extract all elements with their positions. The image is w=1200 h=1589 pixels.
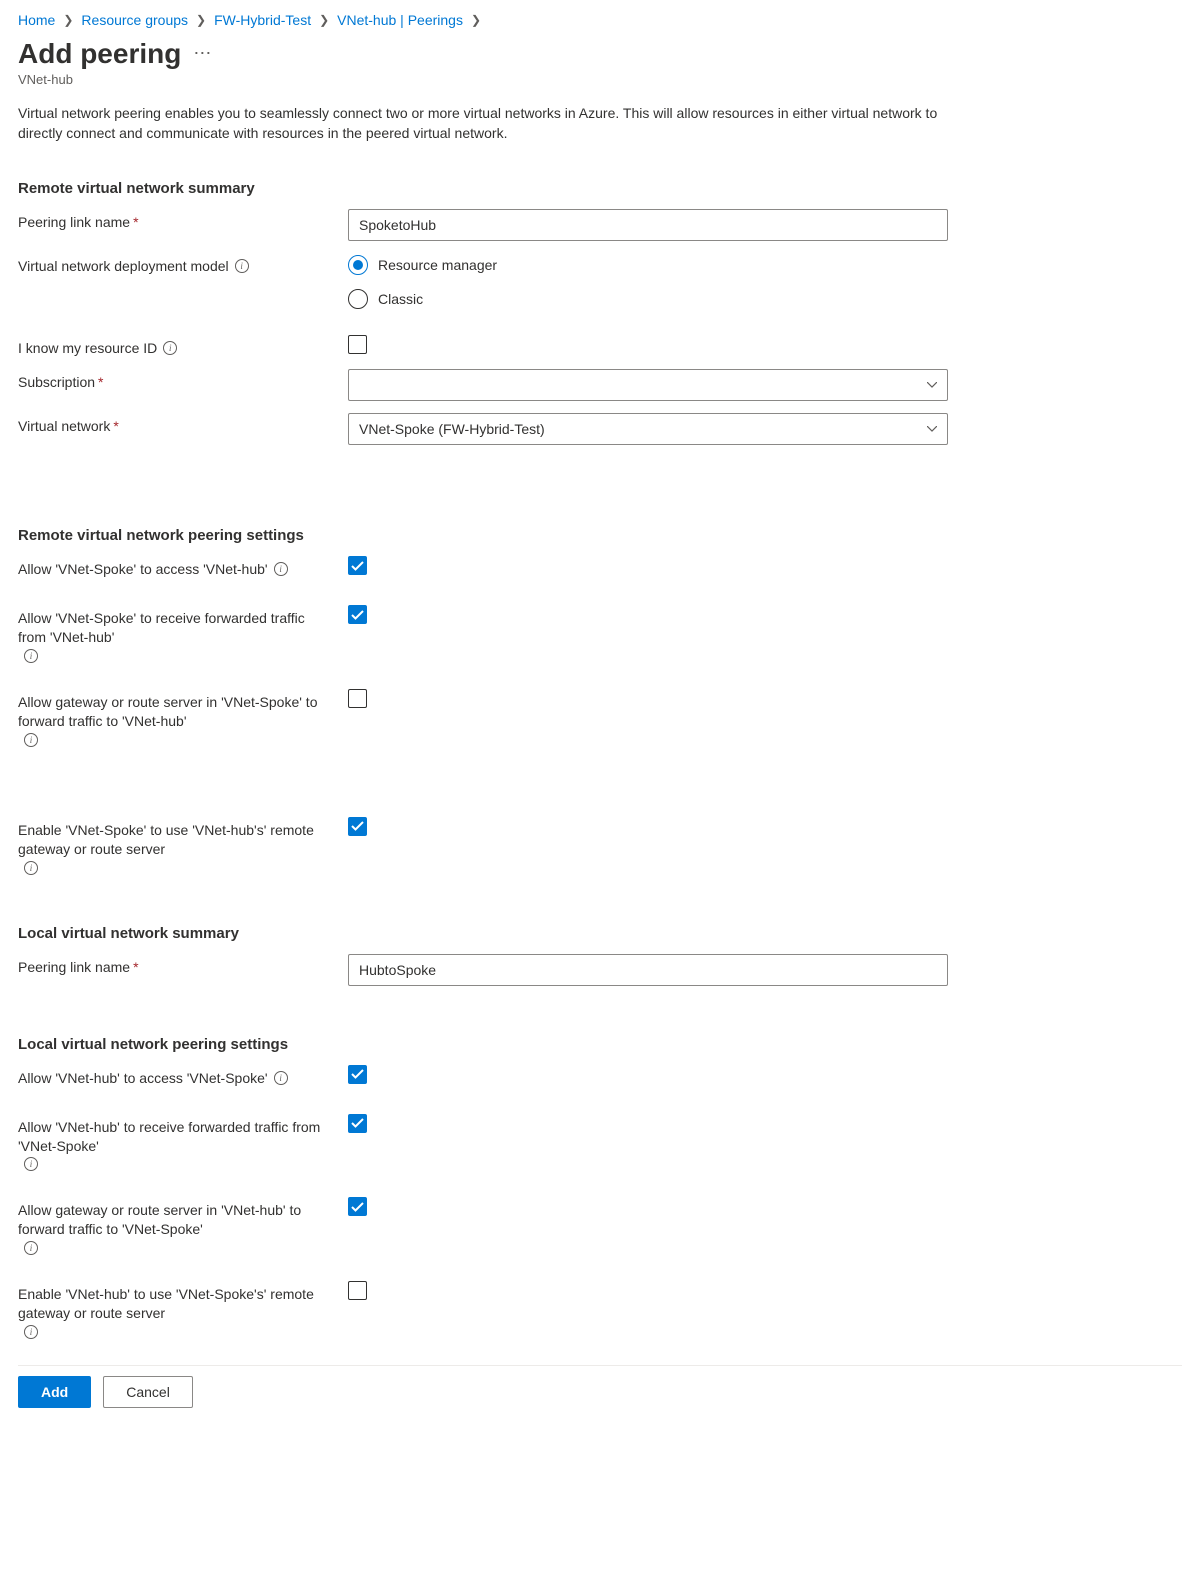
add-button[interactable]: Add xyxy=(18,1376,91,1408)
info-icon[interactable]: i xyxy=(24,1325,38,1339)
radio-classic-label: Classic xyxy=(378,291,423,307)
local-allow-gateway-label: Allow gateway or route server in 'VNet-h… xyxy=(18,1197,348,1255)
virtual-network-label: Virtual network* xyxy=(18,413,348,436)
breadcrumb: Home ❯ Resource groups ❯ FW-Hybrid-Test … xyxy=(18,12,1182,28)
remote-allow-gateway-label: Allow gateway or route server in 'VNet-S… xyxy=(18,689,348,747)
local-allow-access-checkbox[interactable] xyxy=(348,1065,367,1084)
breadcrumb-fw-hybrid-test[interactable]: FW-Hybrid-Test xyxy=(214,12,311,28)
breadcrumb-resource-groups[interactable]: Resource groups xyxy=(81,12,188,28)
radio-resource-manager-label: Resource manager xyxy=(378,257,497,273)
local-allow-forward-checkbox[interactable] xyxy=(348,1114,367,1133)
remote-summary-heading: Remote virtual network summary xyxy=(18,180,1182,197)
info-icon[interactable]: i xyxy=(24,861,38,875)
info-icon[interactable]: i xyxy=(274,1071,288,1085)
chevron-right-icon: ❯ xyxy=(63,13,73,27)
deploy-model-label: Virtual network deployment model i xyxy=(18,253,348,276)
remote-settings-heading: Remote virtual network peering settings xyxy=(18,527,1182,544)
remote-allow-gateway-checkbox[interactable] xyxy=(348,689,367,708)
local-allow-gateway-checkbox[interactable] xyxy=(348,1197,367,1216)
chevron-right-icon: ❯ xyxy=(471,13,481,27)
info-icon[interactable]: i xyxy=(274,562,288,576)
radio-resource-manager[interactable] xyxy=(348,255,368,275)
page-title: Add peering xyxy=(18,38,181,70)
breadcrumb-vnet-hub-peerings[interactable]: VNet-hub | Peerings xyxy=(337,12,463,28)
remote-allow-access-checkbox[interactable] xyxy=(348,556,367,575)
page-description: Virtual network peering enables you to s… xyxy=(18,103,978,144)
more-actions-button[interactable]: ⋯ xyxy=(193,43,212,64)
know-resource-id-checkbox[interactable] xyxy=(348,335,367,354)
chevron-right-icon: ❯ xyxy=(196,13,206,27)
chevron-right-icon: ❯ xyxy=(319,13,329,27)
local-use-gw-checkbox[interactable] xyxy=(348,1281,367,1300)
local-allow-forward-label: Allow 'VNet-hub' to receive forwarded tr… xyxy=(18,1114,348,1172)
subscription-label: Subscription* xyxy=(18,369,348,392)
local-use-gw-label: Enable 'VNet-hub' to use 'VNet-Spoke's' … xyxy=(18,1281,348,1339)
remote-peering-link-label: Peering link name* xyxy=(18,209,348,232)
radio-classic[interactable] xyxy=(348,289,368,309)
remote-allow-forward-label: Allow 'VNet-Spoke' to receive forwarded … xyxy=(18,605,348,663)
info-icon[interactable]: i xyxy=(24,1241,38,1255)
local-settings-heading: Local virtual network peering settings xyxy=(18,1036,1182,1053)
info-icon[interactable]: i xyxy=(24,1157,38,1171)
remote-allow-forward-checkbox[interactable] xyxy=(348,605,367,624)
know-resource-id-label: I know my resource ID i xyxy=(18,335,348,358)
page-subtitle: VNet-hub xyxy=(18,72,1182,87)
local-summary-heading: Local virtual network summary xyxy=(18,925,1182,942)
remote-peering-link-input[interactable] xyxy=(348,209,948,241)
local-allow-access-label: Allow 'VNet-hub' to access 'VNet-Spoke' … xyxy=(18,1065,348,1088)
remote-use-gw-checkbox[interactable] xyxy=(348,817,367,836)
local-peering-link-input[interactable] xyxy=(348,954,948,986)
subscription-select[interactable] xyxy=(348,369,948,401)
breadcrumb-home[interactable]: Home xyxy=(18,12,55,28)
remote-allow-access-label: Allow 'VNet-Spoke' to access 'VNet-hub' … xyxy=(18,556,348,579)
info-icon[interactable]: i xyxy=(163,341,177,355)
virtual-network-select[interactable]: VNet-Spoke (FW-Hybrid-Test) xyxy=(348,413,948,445)
info-icon[interactable]: i xyxy=(24,649,38,663)
cancel-button[interactable]: Cancel xyxy=(103,1376,193,1408)
info-icon[interactable]: i xyxy=(235,259,249,273)
remote-use-gw-label: Enable 'VNet-Spoke' to use 'VNet-hub's' … xyxy=(18,817,348,875)
info-icon[interactable]: i xyxy=(24,733,38,747)
local-peering-link-label: Peering link name* xyxy=(18,954,348,977)
